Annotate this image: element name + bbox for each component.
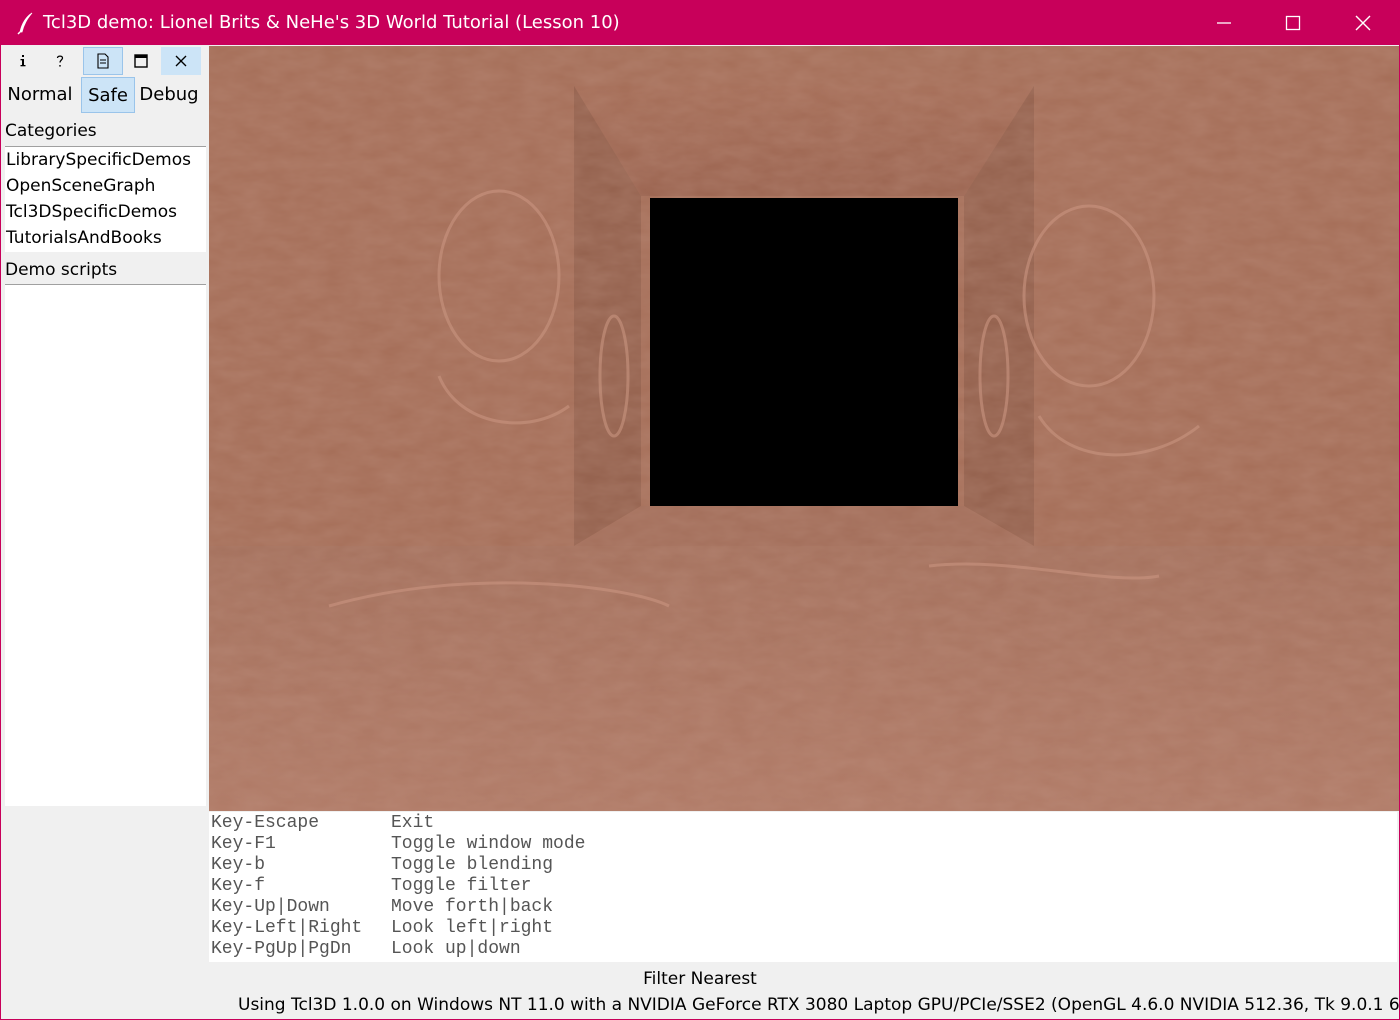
key-name: Key-Up|Down	[211, 897, 330, 917]
categories-label: Categories	[5, 121, 97, 141]
key-action: Look up|down	[391, 939, 521, 959]
key-name: Key-F1	[211, 834, 276, 854]
exit-icon	[175, 55, 187, 67]
opengl-viewport[interactable]	[209, 46, 1399, 811]
title-bar[interactable]: Tcl3D demo: Lionel Brits & NeHe's 3D Wor…	[1, 1, 1399, 45]
key-help-row: Key-b Toggle blending	[211, 855, 553, 876]
window-title: Tcl3D demo: Lionel Brits & NeHe's 3D Wor…	[43, 12, 620, 33]
key-action: Toggle window mode	[391, 834, 586, 854]
list-item[interactable]: OpenSceneGraph	[5, 173, 206, 199]
key-help-row: Key-f Toggle filter	[211, 876, 531, 897]
filter-status: Filter Nearest	[643, 969, 757, 989]
key-action: Exit	[391, 813, 435, 833]
key-help-row: Key-Up|Down Move forth|back	[211, 897, 553, 918]
maximize-button[interactable]	[1258, 1, 1328, 45]
system-info-status: Using Tcl3D 1.0.0 on Windows NT 11.0 wit…	[238, 995, 1400, 1015]
key-help-row: Key-Left|Right Look left|right	[211, 918, 553, 939]
feather-icon	[17, 12, 33, 35]
key-help-row: Key-F1 Toggle window mode	[211, 834, 585, 855]
key-action: Look left|right	[391, 918, 554, 938]
list-item[interactable]: LibrarySpecificDemos	[5, 147, 206, 173]
dark-doorway	[650, 198, 958, 506]
key-help-panel: Key-Escape Exit Key-F1 Toggle window mode …	[209, 812, 1397, 962]
key-name: Key-Escape	[211, 813, 320, 833]
mode-safe-button[interactable]: Safe	[81, 77, 135, 113]
key-action: Toggle blending	[391, 855, 554, 875]
info-button[interactable]	[3, 47, 43, 75]
key-name: Key-PgUp|PgDn	[211, 939, 352, 959]
minimize-button[interactable]	[1189, 1, 1259, 45]
key-name: Key-Left|Right	[211, 918, 363, 938]
3d-world-render	[209, 46, 1399, 811]
source-file-button[interactable]	[83, 47, 123, 75]
list-item[interactable]: TutorialsAndBooks	[5, 225, 206, 251]
fullscreen-button[interactable]	[121, 47, 161, 75]
key-action: Move forth|back	[391, 897, 554, 917]
demo-scripts-list[interactable]	[5, 284, 206, 806]
help-button[interactable]	[40, 47, 80, 75]
help-icon	[56, 55, 64, 67]
demo-scripts-label: Demo scripts	[5, 260, 118, 280]
close-icon	[1355, 15, 1371, 31]
fullscreen-icon	[134, 54, 148, 68]
minimize-icon	[1217, 22, 1231, 24]
source-file-icon	[97, 53, 109, 69]
maximize-icon	[1285, 15, 1301, 31]
key-name: Key-b	[211, 855, 266, 875]
close-button[interactable]	[1328, 1, 1398, 45]
mode-normal-button[interactable]: Normal	[7, 77, 73, 113]
categories-list[interactable]: LibrarySpecificDemos OpenSceneGraph Tcl3…	[5, 146, 206, 252]
list-item[interactable]: Tcl3DSpecificDemos	[5, 199, 206, 225]
mode-debug-button[interactable]: Debug	[139, 77, 199, 113]
info-icon	[20, 55, 26, 67]
app-window: Tcl3D demo: Lionel Brits & NeHe's 3D Wor…	[0, 0, 1400, 1020]
key-help-row: Key-Escape Exit	[211, 813, 434, 834]
key-help-row: Key-PgUp|PgDn Look up|down	[211, 939, 521, 960]
key-name: Key-f	[211, 876, 266, 896]
exit-button[interactable]	[161, 47, 201, 75]
key-action: Toggle filter	[391, 876, 532, 896]
sidebar: Normal Safe Debug Categories LibrarySpec…	[3, 46, 209, 806]
